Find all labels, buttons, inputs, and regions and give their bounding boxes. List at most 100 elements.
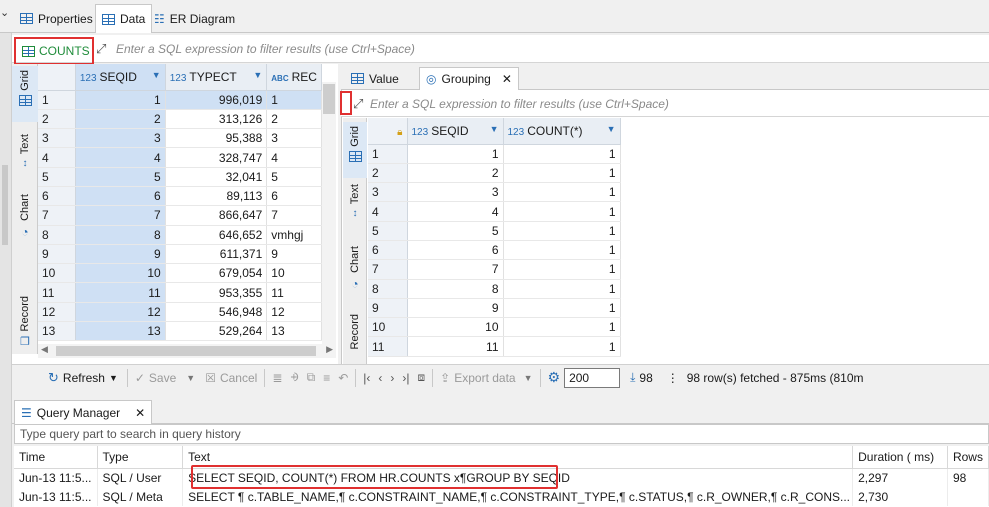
- grid-cell[interactable]: 646,652: [165, 225, 268, 245]
- column-header-typect[interactable]: 123 TYPECT ▼: [165, 64, 268, 91]
- grid-cell[interactable]: 10: [75, 263, 166, 284]
- grid-cell[interactable]: 1: [503, 163, 621, 184]
- grouping-view-tab-text[interactable]: Text ↕: [343, 184, 367, 244]
- edit-row-icon[interactable]: ≣: [268, 367, 286, 389]
- add-row-icon[interactable]: ⨮: [286, 367, 302, 389]
- grid-cell[interactable]: 32,041: [165, 167, 268, 187]
- fetch-size-input[interactable]: 200: [564, 367, 621, 388]
- grid-cell[interactable]: 1: [503, 317, 621, 338]
- grid-cell[interactable]: 3: [266, 128, 322, 149]
- grid-cell[interactable]: 5: [266, 167, 322, 187]
- table-row[interactable]: 10 10 1: [368, 317, 621, 338]
- sort-dropdown-icon[interactable]: ▼: [253, 70, 262, 80]
- table-row[interactable]: 13 13 529,264 13: [38, 321, 322, 342]
- grid-cell[interactable]: 13: [266, 321, 322, 342]
- grid-cell[interactable]: 313,126: [165, 109, 268, 130]
- table-row[interactable]: 111: [368, 144, 621, 164]
- previous-page-icon[interactable]: ‹: [374, 367, 386, 389]
- refresh-button[interactable]: ↻ Refresh: [44, 367, 109, 389]
- table-row[interactable]: 2 2 313,126 2: [38, 109, 322, 130]
- export-dropdown-icon[interactable]: ▼: [524, 373, 533, 383]
- grid-cell[interactable]: 89,113: [165, 186, 268, 207]
- grid-cell[interactable]: 4: [75, 147, 166, 168]
- save-button[interactable]: ✓ Save: [131, 367, 180, 389]
- table-row[interactable]: 771: [368, 259, 621, 280]
- table-row[interactable]: 661: [368, 240, 621, 261]
- first-page-icon[interactable]: |‹: [359, 367, 374, 389]
- tab-query-manager[interactable]: ☰ Query Manager ✕: [14, 400, 153, 425]
- grid-cell[interactable]: 2: [266, 109, 322, 130]
- grid-cell[interactable]: 12: [75, 302, 166, 323]
- grid-cell[interactable]: 1: [503, 259, 621, 280]
- left-vertical-scroll-thumb[interactable]: [323, 84, 335, 114]
- close-tab-icon[interactable]: ✕: [502, 72, 512, 86]
- column-header-type[interactable]: Type: [97, 446, 184, 469]
- table-row[interactable]: 1 1 996,019 1: [38, 90, 322, 110]
- grid-cell[interactable]: 1: [266, 90, 322, 110]
- revert-icon[interactable]: ↶: [334, 367, 352, 389]
- grid-cell[interactable]: 529,264: [165, 321, 268, 342]
- sort-dropdown-icon[interactable]: ▼: [607, 124, 616, 134]
- grid-cell[interactable]: 1: [407, 144, 504, 164]
- close-tab-icon[interactable]: ✕: [135, 406, 145, 420]
- grid-cell[interactable]: 4: [266, 147, 322, 168]
- grid-cell[interactable]: 9: [266, 244, 322, 265]
- grid-cell[interactable]: 2: [407, 163, 504, 184]
- grid-cell[interactable]: 10: [407, 317, 504, 338]
- grid-cell[interactable]: 1: [503, 336, 621, 357]
- export-data-button[interactable]: ⇪ Export data: [436, 367, 519, 389]
- table-row[interactable]: 331: [368, 182, 621, 203]
- grid-cell[interactable]: vmhgj: [266, 225, 322, 245]
- scroll-left-icon[interactable]: ◀: [41, 344, 48, 355]
- left-vertical-scrollbar[interactable]: [322, 82, 336, 344]
- grid-cell[interactable]: 7: [266, 205, 322, 226]
- fetch-count-icon[interactable]: ⤓: [626, 367, 639, 389]
- grid-cell[interactable]: 1: [503, 221, 621, 241]
- table-row[interactable]: 3 3 95,388 3: [38, 128, 322, 149]
- grid-cell[interactable]: 3: [407, 182, 504, 203]
- last-page-icon[interactable]: ›|: [398, 367, 413, 389]
- tab-grouping[interactable]: ◎ Grouping ✕: [419, 67, 519, 90]
- view-tab-record[interactable]: Record ❐: [12, 296, 38, 354]
- cancel-button[interactable]: ☒ Cancel: [201, 367, 261, 389]
- column-header-count[interactable]: 123 COUNT(*) ▼: [503, 118, 621, 145]
- refresh-dropdown-icon[interactable]: ▼: [109, 373, 118, 383]
- table-row[interactable]: 991: [368, 298, 621, 319]
- grouping-view-tab-record[interactable]: Record: [343, 314, 367, 364]
- table-row[interactable]: 5 5 32,041 5: [38, 167, 322, 187]
- grid-cell[interactable]: 1: [503, 298, 621, 319]
- column-header-duration[interactable]: Duration ( ms): [852, 446, 948, 469]
- sort-dropdown-icon[interactable]: ▼: [152, 70, 161, 80]
- view-tab-text[interactable]: Text ↕: [12, 134, 38, 194]
- tab-properties[interactable]: Properties: [14, 5, 99, 32]
- column-header-seqid[interactable]: 123 SEQID ▼: [75, 64, 166, 91]
- table-row[interactable]: 7 7 866,647 7: [38, 205, 322, 226]
- grid-cell[interactable]: 13: [75, 321, 166, 342]
- table-row[interactable]: 12 12 546,948 12: [38, 302, 322, 323]
- column-header-seqid[interactable]: 123 SEQID ▼: [407, 118, 504, 145]
- grouping-view-tab-chart[interactable]: Chart ◔: [343, 246, 367, 300]
- grid-cell[interactable]: 7: [75, 205, 166, 226]
- grid-cell[interactable]: 546,948: [165, 302, 268, 323]
- settings-gear-icon[interactable]: ⚙: [544, 367, 565, 389]
- grid-cell[interactable]: 6: [75, 186, 166, 207]
- grid-cell[interactable]: 6: [407, 240, 504, 261]
- left-edge-handle[interactable]: [2, 165, 8, 245]
- grid-cell[interactable]: 11: [407, 336, 504, 357]
- grid-cell[interactable]: 2: [75, 109, 166, 130]
- fetch-all-icon[interactable]: ⧈: [414, 367, 430, 389]
- table-row[interactable]: 11 11 1: [368, 336, 621, 357]
- query-history-search-input[interactable]: Type query part to search in query histo…: [14, 424, 989, 444]
- grid-cell[interactable]: 6: [266, 186, 322, 207]
- table-row[interactable]: 10 10 679,054 10: [38, 263, 322, 284]
- grouping-filter-input[interactable]: Enter a SQL expression to filter results…: [370, 97, 669, 111]
- grid-cell[interactable]: 953,355: [165, 282, 268, 303]
- grid-cell[interactable]: 996,019: [165, 90, 268, 110]
- grid-cell[interactable]: 95,388: [165, 128, 268, 149]
- grid-cell[interactable]: 8: [75, 225, 166, 245]
- collapse-chevron-icon[interactable]: ⌄: [0, 6, 9, 19]
- view-tab-chart[interactable]: Chart ◔: [12, 194, 38, 244]
- more-options-icon[interactable]: ⋮: [667, 371, 679, 385]
- table-row[interactable]: 4 4 328,747 4: [38, 147, 322, 168]
- grid-cell[interactable]: 5: [407, 221, 504, 241]
